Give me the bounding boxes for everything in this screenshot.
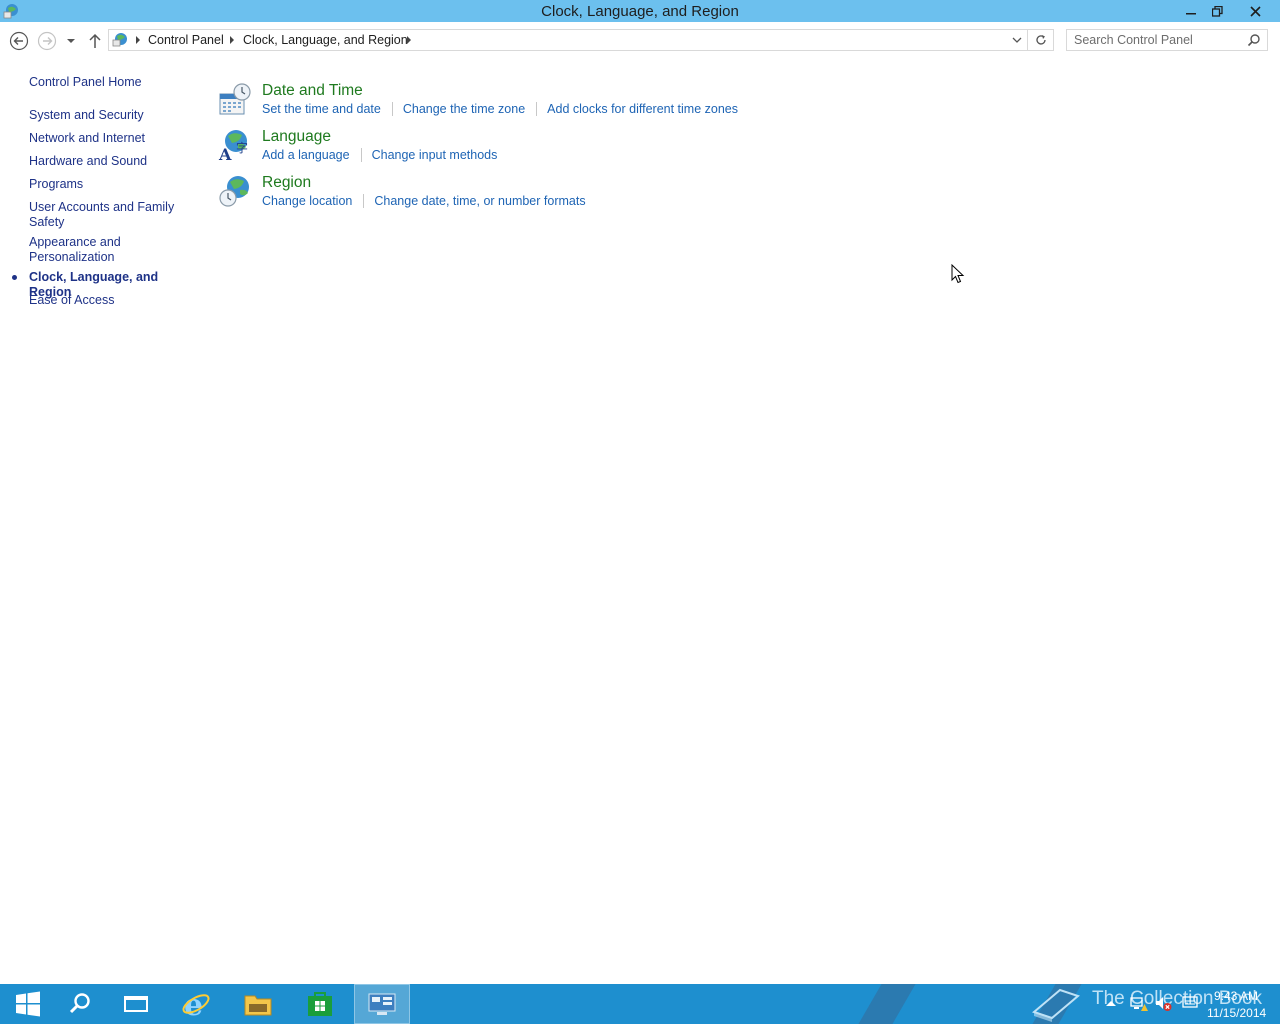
back-arrow-icon: [9, 31, 29, 51]
back-button[interactable]: [8, 30, 30, 52]
search-box[interactable]: [1066, 29, 1268, 51]
chevron-down-icon: [1012, 37, 1022, 43]
breadcrumb-separator-icon[interactable]: [230, 36, 234, 44]
control-panel-icon: [368, 993, 396, 1015]
volume-muted-icon[interactable]: [1155, 996, 1173, 1012]
task-view-icon: [124, 996, 148, 1012]
network-warning-icon[interactable]: [1130, 996, 1148, 1012]
restore-icon: [1211, 5, 1223, 17]
link-change-input-methods[interactable]: Change input methods: [372, 148, 498, 162]
clock-date[interactable]: 11/15/2014: [1207, 1006, 1266, 1020]
link-divider: [391, 101, 393, 116]
window-title: Clock, Language, and Region: [541, 3, 739, 20]
windows-logo-icon: [16, 991, 40, 1017]
internet-explorer-icon: e: [182, 989, 210, 1019]
link-divider: [360, 147, 362, 162]
link-add-clocks[interactable]: Add clocks for different time zones: [547, 102, 738, 116]
refresh-button[interactable]: [1028, 29, 1054, 51]
sidebar-item-network-internet[interactable]: Network and Internet: [29, 131, 194, 146]
breadcrumb-separator-icon[interactable]: [136, 36, 140, 44]
file-explorer-button[interactable]: [230, 984, 286, 1024]
sidebar-item-system-security[interactable]: System and Security: [29, 108, 194, 123]
address-bar[interactable]: Control Panel Clock, Language, and Regio…: [108, 29, 1028, 51]
internet-explorer-button[interactable]: e: [168, 984, 224, 1024]
sidebar-item-user-accounts[interactable]: User Accounts and Family Safety: [29, 200, 179, 230]
search-icon: [69, 993, 90, 1014]
task-view-button[interactable]: [108, 984, 164, 1024]
recent-locations-button[interactable]: [62, 30, 80, 52]
clock-time[interactable]: 9:43 AM: [1214, 989, 1258, 1003]
date-time-icon[interactable]: [218, 82, 252, 116]
link-set-time-date[interactable]: Set the time and date: [262, 102, 381, 116]
category-title-date-time[interactable]: Date and Time: [262, 82, 363, 100]
up-button[interactable]: [84, 30, 106, 52]
link-change-location[interactable]: Change location: [262, 194, 352, 208]
close-button[interactable]: [1232, 0, 1278, 22]
search-icon[interactable]: [1247, 33, 1261, 47]
control-panel-location-icon: [112, 33, 127, 47]
restore-button[interactable]: [1204, 0, 1230, 22]
breadcrumb-separator-icon[interactable]: [407, 36, 411, 44]
search-taskbar-button[interactable]: [52, 984, 108, 1024]
sidebar-item-programs[interactable]: Programs: [29, 177, 194, 192]
up-arrow-icon: [89, 33, 101, 48]
minimize-button[interactable]: [1178, 0, 1204, 22]
title-bar: Clock, Language, and Region: [0, 0, 1280, 22]
forward-button[interactable]: [36, 30, 58, 52]
action-center-icon[interactable]: [1182, 996, 1198, 1010]
link-divider: [536, 101, 538, 116]
navigation-bar: Control Panel Clock, Language, and Regio…: [0, 22, 1280, 60]
language-icon[interactable]: A 字: [218, 128, 252, 162]
refresh-icon: [1035, 35, 1046, 45]
store-icon: [308, 992, 332, 1016]
active-item-bullet-icon: [12, 275, 17, 280]
breadcrumb-current[interactable]: Clock, Language, and Region: [243, 33, 408, 47]
sidebar-item-ease-of-access[interactable]: Ease of Access: [29, 293, 194, 308]
show-hidden-icons-icon[interactable]: [1105, 998, 1117, 1008]
forward-arrow-icon: [37, 31, 57, 51]
sidebar-item-appearance[interactable]: Appearance and Personalization: [29, 235, 129, 265]
svg-text:字: 字: [236, 140, 248, 155]
search-input[interactable]: [1067, 30, 1250, 50]
svg-text:A: A: [218, 145, 232, 162]
taskbar: e The Collection Book 9:43 AM 11/15/2014: [0, 984, 1280, 1024]
book-watermark-icon: [1031, 988, 1081, 1022]
category-links-region: Change location Change date, time, or num…: [262, 193, 586, 209]
category-title-language[interactable]: Language: [262, 128, 331, 146]
close-icon: [1249, 5, 1261, 17]
folder-icon: [244, 995, 272, 1016]
category-title-region[interactable]: Region: [262, 174, 311, 192]
link-add-language[interactable]: Add a language: [262, 148, 350, 162]
breadcrumb-control-panel[interactable]: Control Panel: [148, 33, 224, 47]
sidebar-item-control-panel-home[interactable]: Control Panel Home: [29, 75, 194, 90]
start-button[interactable]: [0, 984, 56, 1024]
link-change-time-zone[interactable]: Change the time zone: [403, 102, 525, 116]
store-button[interactable]: [292, 984, 348, 1024]
sidebar-item-hardware-sound[interactable]: Hardware and Sound: [29, 154, 194, 169]
minimize-icon: [1186, 13, 1196, 15]
control-panel-taskbar-button[interactable]: [354, 984, 410, 1024]
taskbar-decoration: [858, 984, 916, 1024]
chevron-down-icon: [67, 39, 75, 43]
region-icon[interactable]: [218, 174, 252, 208]
mouse-cursor-icon: [951, 264, 965, 284]
link-change-formats[interactable]: Change date, time, or number formats: [374, 194, 585, 208]
category-links-date-time: Set the time and date Change the time zon…: [262, 101, 738, 117]
link-divider: [363, 193, 365, 208]
address-dropdown-button[interactable]: [1009, 32, 1025, 48]
category-links-language: Add a language Change input methods: [262, 147, 498, 163]
